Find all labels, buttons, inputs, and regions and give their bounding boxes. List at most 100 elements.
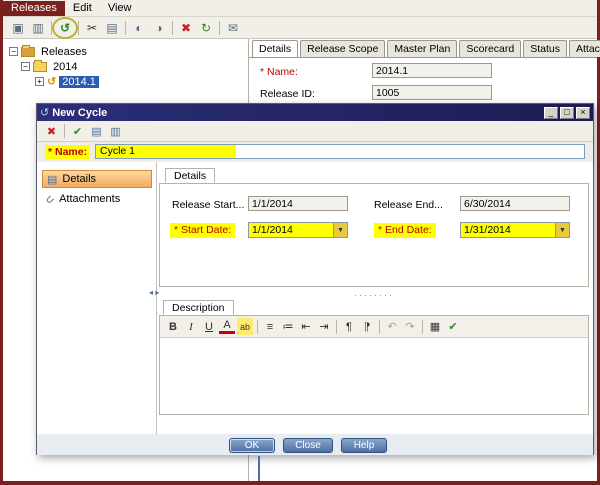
sidebar-item-label: Attachments	[59, 193, 121, 205]
font-color-icon[interactable]: A	[219, 319, 235, 334]
release-id-field: 1005	[372, 85, 492, 100]
release-id-label: Release ID:	[260, 88, 315, 100]
description-editor[interactable]	[160, 338, 588, 414]
dialog-sidebar: ▤ Details ∪ Attachments	[37, 162, 157, 434]
dialog-title: New Cycle	[52, 106, 108, 119]
send-by-email-icon[interactable]: ✉	[224, 19, 242, 37]
bullet-list-icon[interactable]: ≡	[262, 318, 278, 335]
horizontal-splitter[interactable]: ········	[159, 290, 589, 300]
minimize-icon[interactable]: _	[544, 106, 558, 119]
description-tab[interactable]: Description	[163, 300, 234, 315]
releases-tree: − Releases − 2014 + ↺ 2014.1	[3, 39, 248, 103]
application-window: Releases Edit View ▣ ▥ ↺ ✂ ▤ ◐ ◑ ✖ ↻ ✉ −…	[0, 0, 600, 485]
menu-view[interactable]: View	[100, 1, 140, 16]
italic-icon[interactable]: I	[183, 318, 199, 335]
tree-row-releases-root[interactable]: − Releases	[3, 44, 248, 59]
sidebar-item-label: Details	[62, 173, 97, 185]
tree-label-2014-1[interactable]: 2014.1	[59, 75, 99, 88]
redo-icon[interactable]: ↷	[402, 318, 418, 335]
stop-timer-icon[interactable]: ◑	[150, 19, 168, 37]
cycle-details-fields: Release Start... 1/1/2014 Release End...…	[159, 183, 589, 287]
spelling-options-icon[interactable]: ▤	[88, 123, 105, 140]
toolbar-separator	[219, 20, 220, 35]
release-tab-strip: Details Release Scope Master Plan Scorec…	[252, 40, 600, 57]
collapse-icon[interactable]: −	[21, 62, 30, 71]
sidebar-item-details[interactable]: ▤ Details	[42, 170, 152, 188]
bold-icon[interactable]: B	[165, 318, 181, 335]
menu-releases[interactable]: Releases	[3, 0, 65, 16]
close-icon[interactable]: ×	[576, 106, 590, 119]
tab-master-plan[interactable]: Master Plan	[387, 40, 458, 57]
paragraph-ltr-icon[interactable]: ¶	[341, 318, 357, 335]
rich-text-toolbar: B I U A ab ≡ ≔ ⇤ ⇥ ¶ ¶ ↶ ↷ ▦ ✔	[160, 316, 588, 338]
sidebar-item-attachments[interactable]: ∪ Attachments	[42, 190, 152, 208]
dialog-title-bar[interactable]: ↺ New Cycle _ □ ×	[37, 104, 593, 121]
paste-icon[interactable]: ▤	[103, 19, 121, 37]
spelling-icon[interactable]: ✔	[69, 123, 86, 140]
ok-button[interactable]: OK	[229, 438, 275, 453]
toolbar-separator	[125, 20, 126, 35]
expand-icon[interactable]: +	[35, 77, 44, 86]
numbered-list-icon[interactable]: ≔	[280, 318, 296, 335]
paragraph-rtl-icon[interactable]: ¶	[359, 318, 375, 335]
close-button[interactable]: Close	[283, 438, 333, 453]
cut-icon[interactable]: ✂	[83, 19, 101, 37]
background-splitter-line	[258, 456, 260, 481]
highlight-icon[interactable]: ab	[237, 318, 253, 335]
release-end-field: 6/30/2014	[460, 196, 570, 211]
cycle-name-value: Cycle 1	[96, 145, 236, 158]
refresh-icon[interactable]: ↻	[197, 19, 215, 37]
start-timer-icon[interactable]: ◐	[130, 19, 148, 37]
thesaurus-icon[interactable]: ▥	[107, 123, 124, 140]
release-name-field[interactable]: 2014.1	[372, 63, 492, 78]
tree-label-2014[interactable]: 2014	[50, 61, 80, 73]
maximize-icon[interactable]: □	[560, 106, 574, 119]
root-folder-icon	[21, 44, 35, 57]
tab-details[interactable]: Details	[252, 40, 299, 57]
delete-icon[interactable]: ✖	[177, 19, 195, 37]
dialog-tab-details[interactable]: Details	[165, 168, 216, 183]
end-date-label: * End Date:	[374, 223, 436, 238]
start-date-value: 1/1/2014	[252, 224, 293, 236]
spell-check-icon[interactable]: ✔	[445, 318, 461, 335]
description-panel: B I U A ab ≡ ≔ ⇤ ⇥ ¶ ¶ ↶ ↷ ▦ ✔	[159, 315, 589, 415]
new-cycle-dialog: ↺ New Cycle _ □ × ✖ ✔ ▤ ▥ * Name: Cycle …	[36, 103, 594, 455]
end-date-combo[interactable]: 1/31/2014 ▼	[460, 222, 570, 238]
chevron-down-icon[interactable]: ▼	[333, 223, 347, 237]
cycle-name-row: * Name: Cycle 1	[37, 142, 593, 162]
details-icon: ▤	[47, 173, 58, 186]
menu-edit[interactable]: Edit	[65, 1, 100, 16]
help-button[interactable]: Help	[341, 438, 387, 453]
tree-row-2014[interactable]: − 2014	[3, 59, 248, 74]
start-date-combo[interactable]: 1/1/2014 ▼	[248, 222, 348, 238]
collapse-icon[interactable]: −	[9, 47, 18, 56]
window-border-bottom	[0, 481, 600, 485]
main-toolbar: ▣ ▥ ↺ ✂ ▤ ◐ ◑ ✖ ↻ ✉	[3, 16, 597, 39]
indent-icon[interactable]: ⇥	[316, 318, 332, 335]
insert-table-icon[interactable]: ▦	[427, 318, 443, 335]
clear-icon[interactable]: ✖	[43, 123, 60, 140]
tree-label-releases[interactable]: Releases	[38, 46, 90, 58]
chevron-down-icon[interactable]: ▼	[555, 223, 569, 237]
underline-icon[interactable]: U	[201, 318, 217, 335]
cycle-name-input[interactable]: Cycle 1	[95, 144, 585, 159]
release-name-label: * Name:	[260, 66, 298, 78]
splitter-handle-icon[interactable]: ◂ ▸	[149, 288, 159, 297]
tab-release-scope[interactable]: Release Scope	[300, 40, 386, 57]
tab-status[interactable]: Status	[523, 40, 567, 57]
tree-row-2014-1[interactable]: + ↺ 2014.1	[3, 74, 248, 89]
folder-icon	[33, 59, 47, 72]
new-release-icon[interactable]: ▥	[29, 19, 47, 37]
toolbar-separator	[336, 319, 337, 334]
toolbar-separator	[172, 20, 173, 35]
menu-bar: Releases Edit View	[3, 0, 597, 17]
new-release-folder-icon[interactable]: ▣	[9, 19, 27, 37]
toolbar-separator	[64, 124, 65, 138]
undo-icon[interactable]: ↶	[384, 318, 400, 335]
cycle-name-label: * Name:	[45, 145, 91, 159]
outdent-icon[interactable]: ⇤	[298, 318, 314, 335]
dialog-toolbar: ✖ ✔ ▤ ▥	[37, 121, 593, 142]
new-cycle-icon[interactable]: ↺	[52, 16, 78, 39]
tab-attachments[interactable]: Attachments	[569, 40, 600, 57]
tab-scorecard[interactable]: Scorecard	[459, 40, 522, 57]
